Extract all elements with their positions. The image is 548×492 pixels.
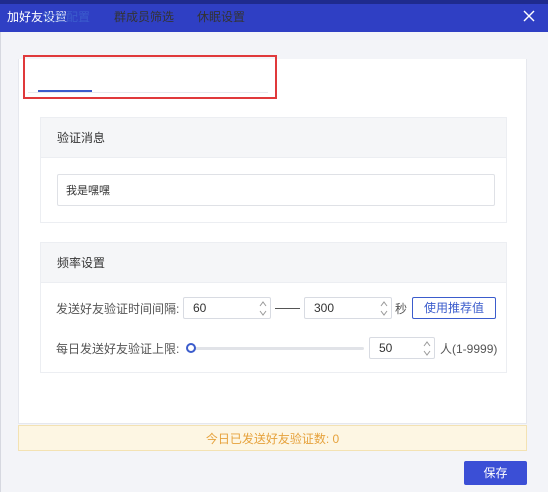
daily-limit-label: 每日发送好友验证上限: (56, 342, 180, 356)
verify-message-header: 验证消息 (41, 118, 506, 158)
verify-message-input[interactable] (57, 174, 495, 206)
highlight-box (23, 55, 277, 99)
sent-count-text: 今日已发送好友验证数: 0 (205, 432, 340, 446)
interval-min-stepper[interactable] (183, 297, 271, 319)
tab-sleep-settings[interactable]: 休眠设置 (197, 10, 245, 24)
save-button[interactable]: 保存 (464, 461, 527, 485)
tab-group-member-filter[interactable]: 群成员筛选 (114, 10, 174, 24)
interval-label: 发送好友验证时间间隔: (56, 302, 180, 316)
verify-message-card: 验证消息 (40, 117, 507, 223)
daily-limit-input[interactable] (370, 338, 420, 358)
chevron-down-icon[interactable] (380, 309, 388, 317)
dialog-border (0, 32, 1, 492)
verify-message-title: 验证消息 (57, 131, 106, 145)
frequency-header: 频率设置 (41, 243, 506, 283)
interval-max-stepper[interactable] (304, 297, 392, 319)
interval-min-input[interactable] (184, 298, 256, 318)
interval-unit: 秒 (395, 302, 408, 316)
interval-max-input[interactable] (305, 298, 377, 318)
close-icon[interactable] (520, 7, 538, 25)
chevron-up-icon[interactable] (380, 300, 388, 308)
sent-count-banner: 今日已发送好友验证数: 0 (18, 425, 527, 451)
chevron-down-icon[interactable] (259, 309, 267, 317)
chevron-down-icon[interactable] (423, 349, 431, 357)
title-bar-strip (0, 0, 548, 4)
chevron-up-icon[interactable] (423, 340, 431, 348)
daily-limit-slider[interactable] (190, 347, 364, 350)
tab-send-config[interactable]: 发送配置 (42, 10, 90, 24)
stepper-arrows (420, 338, 434, 358)
daily-limit-unit: 人(1-9999) (440, 342, 498, 356)
chevron-up-icon[interactable] (259, 300, 267, 308)
daily-limit-stepper[interactable] (369, 337, 435, 359)
daily-limit-slider-handle[interactable] (185, 343, 196, 353)
stepper-arrows (377, 298, 391, 318)
stepper-arrows (256, 298, 270, 318)
use-recommended-button[interactable]: 使用推荐值 (412, 297, 496, 319)
range-dash (275, 308, 300, 309)
frequency-title: 频率设置 (57, 256, 106, 270)
